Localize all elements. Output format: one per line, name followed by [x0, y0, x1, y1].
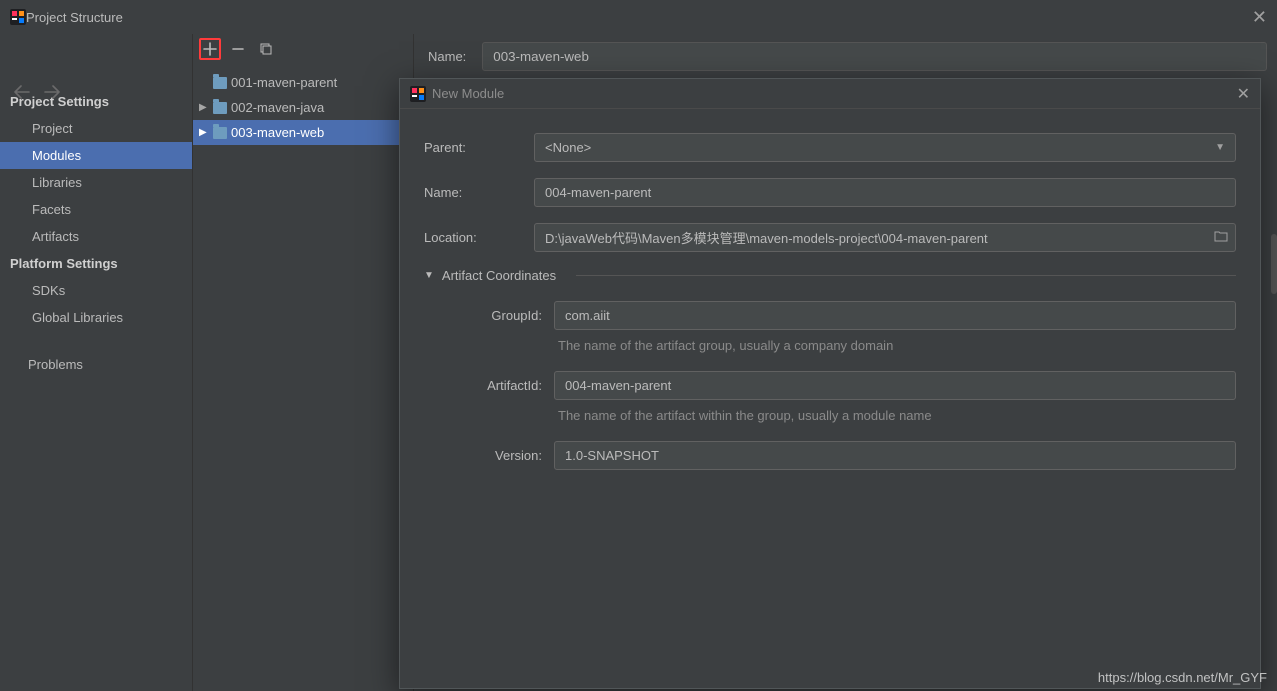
detail-name-input[interactable]	[482, 42, 1267, 71]
chevron-down-icon: ▼	[1215, 142, 1225, 153]
remove-module-button[interactable]	[227, 38, 249, 60]
groupid-hint: The name of the artifact group, usually …	[558, 338, 1236, 353]
sidebar-item-libraries[interactable]: Libraries	[0, 169, 192, 196]
groupid-input[interactable]	[554, 301, 1236, 330]
add-module-button[interactable]	[199, 38, 221, 60]
version-input[interactable]	[554, 441, 1236, 470]
sidebar-item-modules[interactable]: Modules	[0, 142, 192, 169]
name-label: Name:	[424, 185, 534, 200]
tree-item-002[interactable]: ▶ 002-maven-java	[193, 95, 413, 120]
sidebar-item-global-libraries[interactable]: Global Libraries	[0, 304, 192, 331]
tree-item-label: 002-maven-java	[231, 100, 324, 115]
tree-item-label: 003-maven-web	[231, 125, 324, 140]
window-title: Project Structure	[26, 10, 123, 25]
dialog-close-button[interactable]: ✕	[1237, 84, 1250, 104]
dialog-title: New Module	[432, 86, 504, 101]
module-tree-panel: 001-maven-parent ▶ 002-maven-java ▶ 003-…	[193, 34, 414, 691]
nav-back-button[interactable]	[14, 85, 30, 102]
artifactid-input[interactable]	[554, 371, 1236, 400]
sidebar-item-artifacts[interactable]: Artifacts	[0, 223, 192, 250]
browse-folder-icon[interactable]	[1207, 230, 1235, 245]
window-titlebar: Project Structure ✕	[0, 0, 1277, 34]
sidebar: Project Settings Project Modules Librari…	[0, 34, 193, 691]
new-module-dialog: New Module ✕ Parent: <None> ▼ Name: Loca…	[399, 78, 1261, 689]
detail-name-label: Name:	[428, 49, 466, 64]
artifact-coordinates-toggle[interactable]: ▼ Artifact Coordinates	[424, 268, 1236, 283]
artifactid-label: ArtifactId:	[424, 378, 554, 393]
parent-label: Parent:	[424, 140, 534, 155]
watermark-text: https://blog.csdn.net/Mr_GYF	[1098, 670, 1267, 685]
folder-icon	[213, 127, 227, 139]
vertical-scrollbar[interactable]	[1271, 34, 1277, 691]
groupid-label: GroupId:	[424, 308, 554, 323]
expand-icon[interactable]: ▶	[199, 102, 209, 113]
location-label: Location:	[424, 230, 534, 245]
artifact-coordinates-label: Artifact Coordinates	[442, 268, 556, 283]
dialog-titlebar: New Module ✕	[400, 79, 1260, 109]
tree-item-label: 001-maven-parent	[231, 75, 337, 90]
sidebar-section-platform-settings: Platform Settings	[0, 250, 192, 277]
version-label: Version:	[424, 448, 554, 463]
parent-select-value: <None>	[545, 140, 591, 155]
tree-item-001[interactable]: 001-maven-parent	[193, 70, 413, 95]
artifactid-hint: The name of the artifact within the grou…	[558, 408, 1236, 423]
location-input[interactable]	[535, 224, 1207, 251]
triangle-down-icon: ▼	[424, 270, 434, 281]
window-close-button[interactable]: ✕	[1252, 7, 1267, 28]
intellij-icon	[410, 86, 426, 102]
sidebar-item-facets[interactable]: Facets	[0, 196, 192, 223]
sidebar-item-problems[interactable]: Problems	[0, 351, 192, 378]
folder-icon	[213, 77, 227, 89]
tree-item-003[interactable]: ▶ 003-maven-web	[193, 120, 413, 145]
intellij-icon	[10, 9, 26, 25]
copy-module-button[interactable]	[255, 38, 277, 60]
sidebar-item-sdks[interactable]: SDKs	[0, 277, 192, 304]
nav-forward-button[interactable]	[44, 85, 60, 102]
name-input[interactable]	[534, 178, 1236, 207]
expand-icon[interactable]: ▶	[199, 127, 209, 138]
parent-select[interactable]: <None> ▼	[534, 133, 1236, 162]
folder-icon	[213, 102, 227, 114]
sidebar-item-project[interactable]: Project	[0, 115, 192, 142]
